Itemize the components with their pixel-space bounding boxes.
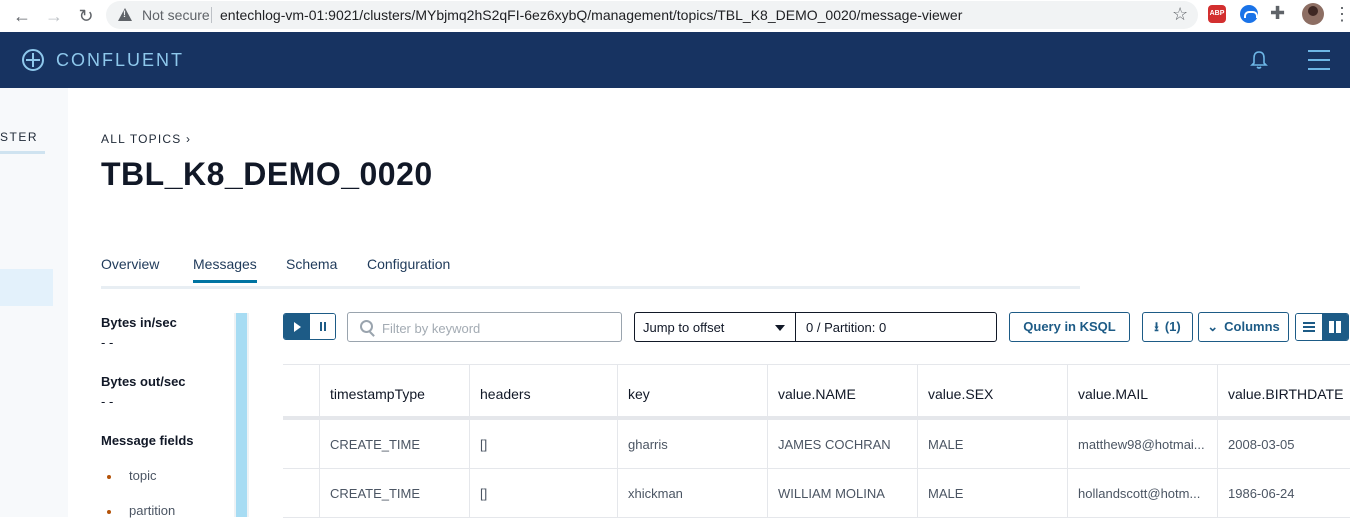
table-cell: 2008-03-05	[1217, 420, 1350, 468]
left-sidebar: STER	[0, 88, 68, 517]
table-cell: CREATE_TIME	[319, 469, 469, 517]
column-header-value-name[interactable]: value.NAME	[767, 365, 917, 416]
url-text[interactable]: entechlog-vm-01:9021/clusters/MYbjmq2hS2…	[220, 7, 962, 23]
field-item-partition[interactable]: partition	[107, 503, 175, 518]
table-header-cell	[283, 365, 319, 416]
table-cell: JAMES COCHRAN	[767, 420, 917, 468]
playback-controls	[283, 313, 336, 340]
sidebar-cluster-label[interactable]: STER	[0, 130, 38, 144]
field-name: partition	[129, 503, 176, 518]
column-header-value-birthdate[interactable]: value.BIRTHDATE	[1217, 365, 1350, 416]
column-header-timestamptype[interactable]: timestampType	[319, 365, 469, 416]
not-secure-label[interactable]: Not secure	[142, 7, 210, 23]
jump-to-offset-select[interactable]: Jump to offset	[634, 312, 796, 342]
bytes-in-label: Bytes in/sec	[101, 315, 177, 330]
table-cell	[283, 469, 319, 517]
messages-table: timestampType headers key value.NAME val…	[283, 364, 1350, 518]
download-button[interactable]: ⭳ (1)	[1142, 312, 1193, 342]
column-header-value-mail[interactable]: value.MAIL	[1067, 365, 1217, 416]
query-in-ksql-button[interactable]: Query in KSQL	[1009, 312, 1130, 342]
address-bar[interactable]: Not secure entechlog-vm-01:9021/clusters…	[106, 1, 1198, 29]
download-count: (1)	[1164, 319, 1181, 334]
browser-menu-icon[interactable]: ⋮	[1333, 5, 1350, 23]
column-header-value-sex[interactable]: value.SEX	[917, 365, 1067, 416]
offset-partition-text: 0 / Partition: 0	[806, 320, 887, 335]
column-header-headers[interactable]: headers	[469, 365, 617, 416]
offset-partition-field[interactable]: 0 / Partition: 0	[795, 312, 997, 342]
columns-label: Columns	[1224, 319, 1280, 334]
scrollbar-thumb[interactable]	[236, 313, 247, 517]
table-cell: []	[469, 420, 617, 468]
list-view-icon[interactable]	[1296, 314, 1322, 340]
bytes-in-value: - -	[101, 335, 114, 350]
confluent-logo-icon[interactable]	[22, 49, 44, 71]
table-cell: gharris	[617, 420, 767, 468]
jump-select-label: Jump to offset	[643, 320, 725, 335]
adblock-extension-icon[interactable]: ABP	[1208, 5, 1226, 23]
table-cell: WILLIAM MOLINA	[767, 469, 917, 517]
tab-configuration[interactable]: Configuration	[367, 256, 450, 272]
field-item-topic[interactable]: topic	[107, 468, 156, 483]
extensions-puzzle-icon[interactable]: ✚	[1270, 3, 1285, 24]
notification-bell-icon[interactable]	[1250, 50, 1268, 70]
brand-name[interactable]: CONFLUENT	[56, 50, 184, 71]
message-fields-label: Message fields	[101, 433, 194, 448]
card-view-icon[interactable]	[1322, 314, 1348, 340]
bullet-icon	[107, 509, 111, 514]
metrics-panel: Bytes in/sec - - Bytes out/sec - - Messa…	[101, 312, 251, 518]
bookmark-star-icon[interactable]: ☆	[1172, 4, 1188, 25]
warning-icon[interactable]	[118, 8, 132, 21]
table-cell: CREATE_TIME	[319, 420, 469, 468]
tab-overview[interactable]: Overview	[101, 256, 159, 272]
view-toggle	[1295, 313, 1349, 341]
cloud-extension-icon[interactable]	[1240, 5, 1258, 23]
topic-tabs: Overview Messages Schema Configuration	[101, 256, 1080, 289]
metrics-scrollbar[interactable]	[234, 313, 249, 517]
table-cell: 1986-06-24	[1217, 469, 1350, 517]
search-icon	[360, 320, 373, 333]
table-cell	[283, 420, 319, 468]
bytes-out-value: - -	[101, 394, 114, 409]
play-icon[interactable]	[284, 314, 310, 339]
filter-search-box[interactable]	[347, 312, 622, 342]
table-header-row: timestampType headers key value.NAME val…	[283, 365, 1350, 420]
table-row[interactable]: CREATE_TIME [] gharris JAMES COCHRAN MAL…	[283, 420, 1350, 469]
tab-messages[interactable]: Messages	[193, 256, 257, 283]
app-header: CONFLUENT	[0, 32, 1350, 88]
sidebar-divider	[0, 151, 45, 154]
column-header-key[interactable]: key	[617, 365, 767, 416]
profile-avatar[interactable]	[1302, 3, 1324, 25]
browser-toolbar: ← → ↻ Not secure entechlog-vm-01:9021/cl…	[0, 0, 1350, 33]
field-name: topic	[129, 468, 157, 483]
table-cell: MALE	[917, 420, 1067, 468]
page-title: TBL_K8_DEMO_0020	[101, 156, 433, 192]
breadcrumb[interactable]: ALL TOPICS ›	[101, 132, 191, 146]
pause-icon[interactable]	[310, 314, 335, 339]
bullet-icon	[107, 474, 111, 479]
columns-button[interactable]: ⌄ Columns	[1198, 312, 1289, 342]
hamburger-menu-icon[interactable]	[1308, 50, 1330, 70]
url-separator	[211, 7, 212, 23]
bytes-out-label: Bytes out/sec	[101, 374, 186, 389]
download-icon: ⭳	[1154, 319, 1159, 334]
table-row[interactable]: CREATE_TIME [] xhickman WILLIAM MOLINA M…	[283, 469, 1350, 518]
forward-icon[interactable]: →	[42, 4, 66, 28]
back-icon[interactable]: ←	[10, 4, 34, 28]
table-cell: hollandscott@hotm...	[1067, 469, 1217, 517]
table-cell: MALE	[917, 469, 1067, 517]
table-cell: xhickman	[617, 469, 767, 517]
chevron-down-icon: ⌄	[1207, 319, 1219, 334]
table-cell: []	[469, 469, 617, 517]
tab-schema[interactable]: Schema	[286, 256, 337, 272]
sidebar-item-topics[interactable]	[0, 269, 53, 306]
table-cell: matthew98@hotmai...	[1067, 420, 1217, 468]
chevron-down-icon	[775, 325, 785, 331]
filter-input[interactable]	[380, 317, 614, 339]
reload-icon[interactable]: ↻	[74, 4, 98, 28]
